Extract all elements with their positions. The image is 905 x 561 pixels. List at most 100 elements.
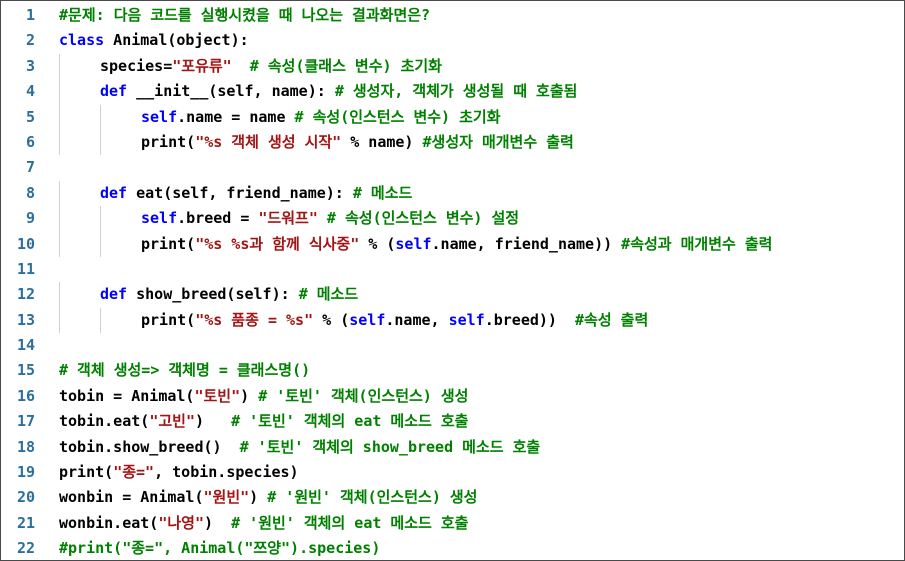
indent-guide — [100, 206, 101, 232]
line-number: 18 — [16, 437, 35, 456]
code-line[interactable]: 7 — [1, 155, 904, 180]
code-token: .name, friend_name)) — [431, 234, 622, 253]
code-text: tobin = Animal("토빈") # '토빈' 객체(인스턴스) 생성 — [35, 384, 904, 409]
code-token: tobin.show_breed() — [59, 437, 240, 456]
code-line[interactable]: 4 def __init__(self, name): # 생성자, 객체가 생성… — [1, 79, 904, 105]
code-text: print("%s 품종 = %s" % (self.name, self.br… — [35, 307, 904, 334]
line-number: 22 — [16, 539, 35, 558]
code-line[interactable]: 22 #print("종=", Animal("쯔양").species) — [1, 536, 904, 560]
indent-guide — [59, 307, 60, 334]
code-token: Animal(object): — [104, 31, 249, 50]
code-text: def eat(self, friend_name): # 메소드 — [35, 180, 904, 207]
comment-token: #문제: 다음 코드를 실행시켰을 때 나오는 결과화면은? — [59, 6, 431, 24]
code-line[interactable]: 5 self.name = name # 속성(인스턴스 변수) 초기화 — [1, 104, 904, 130]
indent-guide — [59, 231, 60, 257]
self-token: self — [395, 234, 432, 253]
code-line[interactable]: 11 — [1, 257, 904, 282]
code-token: tobin.eat( — [59, 412, 150, 431]
indent-guide — [59, 79, 60, 105]
string-token: "고빈" — [149, 412, 195, 431]
code-text: # 객체 생성=> 객체명 = 클래스명() — [35, 358, 904, 383]
code-token: print( — [141, 234, 196, 253]
code-line[interactable]: 13 print("%s 품종 = %s" % (self.name, self.… — [1, 307, 904, 334]
string-token: "드워프" — [258, 209, 318, 228]
keyword-token: def — [100, 183, 128, 202]
line-number: 10 — [16, 234, 35, 253]
comment-token: # '원빈' 객체의 eat 메소드 호출 — [231, 513, 469, 532]
code-token: print( — [141, 310, 196, 329]
code-token: species= — [100, 56, 173, 75]
code-token: print( — [59, 463, 114, 482]
code-text: class Animal(object): — [35, 28, 904, 53]
code-line[interactable]: 10 print("%s %s과 함께 식사중" % (self.name, fr… — [1, 231, 904, 257]
code-token: ) — [240, 386, 259, 405]
code-line[interactable]: 14 — [1, 333, 904, 358]
code-token: wonbin = Animal( — [59, 488, 204, 507]
code-line[interactable]: 15 # 객체 생성=> 객체명 = 클래스명() — [1, 358, 904, 383]
indent-guide — [100, 129, 101, 156]
line-number: 11 — [16, 259, 35, 278]
code-text: def show_breed(self): # 메소드 — [35, 282, 904, 308]
line-number: 13 — [16, 310, 35, 329]
comment-token: # '원빈' 객체(인스턴스) 생성 — [267, 488, 478, 507]
line-number: 9 — [25, 209, 35, 228]
keyword-token: def — [100, 82, 128, 101]
comment-token: #속성 출력 — [575, 310, 649, 329]
indent-guide — [100, 104, 101, 130]
keyword-token: def — [100, 285, 128, 304]
line-number: 20 — [16, 488, 35, 507]
code-text: self.name = name # 속성(인스턴스 변수) 초기화 — [35, 104, 904, 130]
line-number: 21 — [16, 513, 35, 532]
self-token: self — [141, 209, 178, 228]
code-token: eat(self, friend_name): — [127, 183, 353, 202]
code-line[interactable]: 18 tobin.show_breed() # '토빈' 객체의 show_bre… — [1, 435, 904, 460]
code-line[interactable]: 17 tobin.eat("고빈") # '토빈' 객체의 eat 메소드 호출 — [1, 409, 904, 434]
code-line[interactable]: 1 #문제: 다음 코드를 실행시켰을 때 나오는 결과화면은? — [1, 3, 904, 28]
code-line[interactable]: 12 def show_breed(self): # 메소드 — [1, 282, 904, 308]
code-line[interactable]: 21 wonbin.eat("나영") # '원빈' 객체의 eat 메소드 호출 — [1, 511, 904, 536]
line-number: 16 — [16, 386, 35, 405]
code-text: print("%s %s과 함께 식사중" % (self.name, frie… — [35, 231, 904, 257]
code-editor[interactable]: 1 #문제: 다음 코드를 실행시켰을 때 나오는 결과화면은? 2 class An… — [0, 0, 905, 561]
comment-token: # '토빈' 객체(인스턴스) 생성 — [258, 386, 469, 405]
comment-token: # 속성(인스턴스 변수) 초기화 — [294, 107, 501, 126]
code-text: wonbin.eat("나영") # '원빈' 객체의 eat 메소드 호출 — [35, 511, 904, 536]
code-token: print( — [141, 132, 196, 151]
comment-token: #속성과 매개변수 출력 — [621, 234, 773, 253]
code-text: wonbin = Animal("원빈") # '원빈' 객체(인스턴스) 생성 — [35, 485, 904, 510]
line-number: 3 — [25, 56, 35, 75]
code-text: species="포유류" # 속성(클래스 변수) 초기화 — [35, 53, 904, 80]
self-token: self — [349, 310, 386, 329]
code-text: #문제: 다음 코드를 실행시켰을 때 나오는 결과화면은? — [35, 3, 904, 28]
comment-token: # 속성(클래스 변수) 초기화 — [231, 56, 442, 75]
code-token: ) — [194, 412, 232, 431]
comment-token: # '토빈' 객체의 show_breed 메소드 호출 — [239, 437, 541, 456]
code-line[interactable]: 19 print("종=", tobin.species) — [1, 460, 904, 485]
code-token: ) — [249, 488, 268, 507]
code-token: show_breed(self): — [127, 285, 299, 304]
code-token: __init__(self, name): — [127, 82, 335, 101]
code-token: % ( — [359, 234, 396, 253]
self-token: self — [141, 107, 178, 126]
string-token: "%s 품종 = %s" — [195, 310, 314, 329]
code-line[interactable]: 8 def eat(self, friend_name): # 메소드 — [1, 180, 904, 207]
code-line[interactable]: 3 species="포유류" # 속성(클래스 변수) 초기화 — [1, 53, 904, 80]
line-number: 19 — [16, 463, 35, 482]
code-text: #print("종=", Animal("쯔양").species) — [35, 536, 904, 560]
indent-guide — [59, 53, 60, 80]
code-line[interactable]: 6 print("%s 객체 생성 시작" % name) #생성자 매개변수 출… — [1, 129, 904, 156]
code-text: tobin.show_breed() # '토빈' 객체의 show_breed… — [35, 435, 904, 460]
line-number: 2 — [25, 31, 35, 50]
code-line[interactable]: 20 wonbin = Animal("원빈") # '원빈' 객체(인스턴스) … — [1, 485, 904, 510]
code-line[interactable]: 16 tobin = Animal("토빈") # '토빈' 객체(인스턴스) 생… — [1, 384, 904, 409]
code-token: , tobin.species) — [154, 463, 299, 482]
comment-token: # '토빈' 객체의 eat 메소드 호출 — [231, 412, 469, 431]
string-token: "%s 객체 생성 시작" — [195, 132, 342, 151]
indent-guide — [59, 129, 60, 156]
line-number: 5 — [25, 107, 35, 126]
comment-token: # 메소드 — [352, 183, 413, 202]
code-line[interactable]: 9 self.breed = "드워프" # 속성(인스턴스 변수) 설정 — [1, 206, 904, 232]
code-line[interactable]: 2 class Animal(object): — [1, 28, 904, 53]
code-token: % name) — [341, 132, 423, 151]
code-token: tobin = Animal( — [59, 386, 195, 405]
